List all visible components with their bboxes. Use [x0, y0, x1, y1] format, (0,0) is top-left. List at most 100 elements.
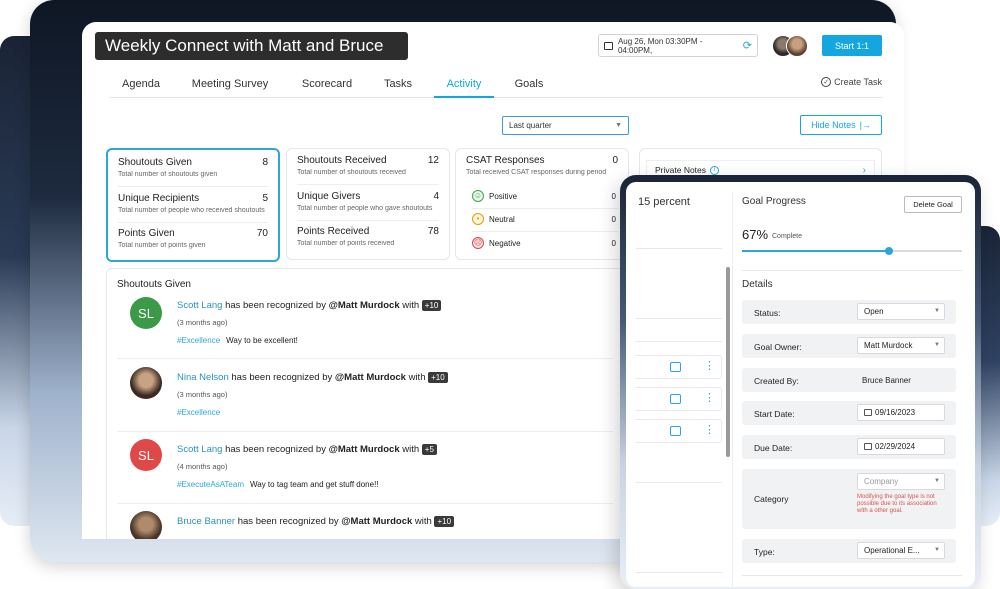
goal-progress-fill — [742, 250, 890, 252]
csat-row-neutral: • Neutral 0 — [472, 211, 616, 227]
chevron-down-icon: ▼ — [934, 342, 940, 348]
details-title: Details — [742, 279, 773, 290]
delete-goal-button[interactable]: Delete Goal — [904, 196, 962, 213]
neutral-face-icon: • — [472, 213, 484, 225]
field-label: Status: — [754, 308, 781, 318]
tab-activity[interactable]: Activity — [434, 75, 494, 98]
tab-meeting-survey[interactable]: Meeting Survey — [190, 75, 270, 98]
csat-value: 0 — [611, 238, 616, 248]
category-field: Category Company ▼ Modifying the goal typ… — [742, 469, 956, 529]
date-value: 09/16/2023 — [875, 408, 916, 417]
giver-name[interactable]: @Matt Murdock — [329, 444, 400, 455]
due-date-input[interactable]: 02/29/2024 — [857, 438, 945, 455]
select-value: Open — [864, 307, 884, 316]
calendar-icon[interactable] — [670, 362, 681, 372]
slider-handle[interactable] — [885, 247, 894, 255]
goal-list-scrollbar[interactable] — [726, 267, 730, 457]
create-task-link[interactable]: ✓ Create Task — [821, 77, 882, 87]
type-select[interactable]: Operational E... ▼ — [857, 542, 945, 559]
divider — [118, 222, 268, 223]
metric-shoutouts-received: Shoutouts Received 12 Total number of sho… — [297, 155, 439, 176]
metric-description: Total number of points given — [118, 242, 206, 249]
shoutouts-given-card[interactable]: Shoutouts Given 8 Total number of shoutou… — [106, 148, 280, 262]
shoutouts-received-card[interactable]: Shoutouts Received 12 Total number of sho… — [286, 148, 450, 260]
refresh-icon[interactable]: ⟳ — [743, 39, 752, 52]
feed-item-message: #Excellence — [177, 408, 226, 417]
recipient-link[interactable]: Scott Lang — [177, 300, 222, 311]
metric-description: Total number of shoutouts given — [118, 171, 218, 178]
giver-name[interactable]: @Matt Murdock — [329, 300, 400, 311]
start-date-input[interactable]: 09/16/2023 — [857, 404, 945, 421]
period-filter-select[interactable]: Last quarter ▼ — [502, 116, 629, 135]
tab-tasks[interactable]: Tasks — [382, 75, 414, 98]
recipient-link[interactable]: Nina Nelson — [177, 372, 229, 383]
private-notes-title: Private Notes — [655, 165, 707, 175]
goal-progress-slider[interactable] — [742, 247, 962, 255]
divider — [636, 318, 722, 319]
status-field: Status: Open ▼ — [742, 300, 956, 324]
avatar[interactable]: SL — [130, 297, 162, 329]
metric-value: 4 — [433, 191, 439, 202]
goal-owner-field: Goal Owner: Matt Murdock ▼ — [742, 334, 956, 358]
metric-value: 78 — [427, 226, 439, 237]
more-options-icon[interactable]: ⋮ — [704, 423, 715, 437]
calendar-icon[interactable] — [670, 426, 681, 436]
start-meeting-button[interactable]: Start 1:1 — [822, 35, 882, 56]
value-tag[interactable]: #Excellence — [177, 336, 220, 345]
csat-card[interactable]: CSAT Responses 0 Total received CSAT resp… — [455, 148, 629, 260]
hide-notes-button[interactable]: Hide Notes |→ — [800, 115, 882, 135]
avatar[interactable] — [130, 511, 162, 539]
field-label: Created By: — [754, 376, 799, 386]
divider — [297, 184, 439, 185]
info-icon[interactable]: i — [710, 165, 720, 175]
avatar[interactable]: SL — [130, 439, 162, 471]
divider — [636, 248, 722, 249]
more-options-icon[interactable]: ⋮ — [704, 359, 715, 373]
points-badge: +5 — [421, 444, 437, 455]
meeting-date-box[interactable]: Aug 26, Mon 03:30PM - 04:00PM, ⟳ — [598, 34, 758, 57]
status-select[interactable]: Open ▼ — [857, 303, 945, 320]
calendar-icon — [864, 409, 872, 416]
csat-row-positive: ☺ Positive 0 — [472, 188, 616, 204]
feed-title: Shoutouts Given — [117, 279, 191, 290]
feed-item-headline: Scott Lang has been recognized by @Matt … — [177, 444, 437, 455]
metric-description: Total number of points received — [297, 240, 395, 247]
type-field: Type: Operational E... ▼ — [742, 539, 956, 563]
chevron-down-icon: ▼ — [934, 308, 940, 314]
divider — [472, 208, 618, 209]
tab-goals[interactable]: Goals — [512, 75, 546, 98]
field-label: Start Date: — [754, 409, 795, 419]
message-text: Way to tag team and get stuff done!! — [250, 480, 379, 489]
goal-percent-text: 15 percent — [638, 196, 690, 208]
avatar[interactable] — [130, 367, 162, 399]
feed-item-time: (3 months ago) — [177, 390, 228, 399]
chevron-right-icon[interactable]: › — [863, 165, 866, 176]
csat-label: Negative — [489, 238, 521, 248]
giver-name[interactable]: @Matt Murdock — [341, 516, 412, 527]
goal-row[interactable]: ⋮ — [636, 355, 722, 379]
recipient-link[interactable]: Scott Lang — [177, 444, 222, 455]
csat-value: 0 — [611, 214, 616, 224]
divider — [118, 186, 268, 187]
calendar-icon[interactable] — [670, 394, 681, 404]
goal-row[interactable]: ⋮ — [636, 419, 722, 443]
value-tag[interactable]: #ExecuteAsATeam — [177, 480, 244, 489]
divider — [472, 231, 618, 232]
tab-agenda[interactable]: Agenda — [120, 75, 162, 98]
goal-owner-select[interactable]: Matt Murdock ▼ — [857, 337, 945, 354]
goal-row[interactable]: ⋮ — [636, 387, 722, 411]
divider — [117, 358, 613, 359]
tab-scorecard[interactable]: Scorecard — [300, 75, 354, 98]
metric-description: Total number of shoutouts received — [297, 169, 406, 176]
avatar — [786, 35, 808, 57]
giver-name[interactable]: @Matt Murdock — [335, 372, 406, 383]
recipient-link[interactable]: Bruce Banner — [177, 516, 235, 527]
divider — [636, 572, 722, 573]
value-tag[interactable]: #Excellence — [177, 408, 220, 417]
goal-progress-title: Goal Progress — [742, 196, 806, 207]
metric-title: Points Given — [118, 228, 175, 239]
more-options-icon[interactable]: ⋮ — [704, 391, 715, 405]
divider — [636, 341, 722, 342]
metric-value: 0 — [612, 155, 618, 166]
metric-value: 8 — [262, 157, 268, 168]
